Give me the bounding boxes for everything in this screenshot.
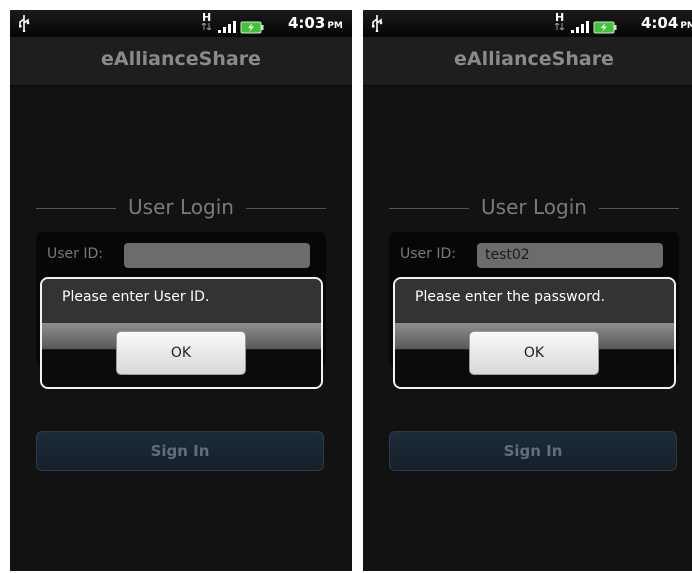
network-type-label: H — [555, 11, 565, 24]
network-type-label: H — [202, 11, 212, 24]
clock-time: 4:03 — [288, 14, 326, 32]
title-bar: eAllianceShare — [10, 37, 352, 86]
title-bar: eAllianceShare — [363, 37, 692, 86]
status-clock: 4:04 PM — [641, 14, 692, 32]
signal-icon — [218, 21, 236, 33]
phone-screen-right: H 4:04 PM eAllianceShare User Login User… — [363, 10, 692, 571]
user-login-header: User Login — [389, 195, 679, 223]
status-bar: H 4:03 PM — [10, 10, 352, 37]
signal-icon — [571, 21, 589, 33]
userid-input[interactable] — [124, 243, 310, 268]
userid-label: User ID: — [47, 246, 103, 262]
usb-icon — [19, 15, 30, 32]
ok-button[interactable]: OK — [116, 331, 246, 375]
usb-icon — [372, 15, 383, 32]
network-type-icon: H — [555, 11, 565, 30]
alert-dialog: Please enter the password. OK — [393, 277, 676, 389]
app-title: eAllianceShare — [454, 48, 614, 70]
status-bar: H 4:04 PM — [363, 10, 692, 37]
dialog-message: Please enter User ID. — [42, 279, 321, 323]
divider — [599, 208, 679, 209]
dialog-message: Please enter the password. — [395, 279, 674, 323]
clock-time: 4:04 — [641, 14, 679, 32]
sign-in-button[interactable]: Sign In — [389, 431, 677, 471]
phone-screen-left: H 4:03 PM eAllianceShare User Login User… — [10, 10, 352, 571]
userid-label: User ID: — [400, 246, 456, 262]
battery-icon — [240, 21, 264, 34]
user-login-header: User Login — [36, 195, 326, 223]
userid-input[interactable]: test02 — [477, 243, 663, 268]
status-clock: 4:03 PM — [288, 14, 343, 32]
sign-in-button[interactable]: Sign In — [36, 431, 324, 471]
alert-dialog: Please enter User ID. OK — [40, 277, 323, 389]
clock-ampm: PM — [327, 21, 343, 31]
divider — [246, 208, 326, 209]
app-title: eAllianceShare — [101, 48, 261, 70]
dialog-button-bar: OK — [395, 323, 674, 387]
ok-button[interactable]: OK — [469, 331, 599, 375]
battery-icon — [593, 21, 617, 34]
network-type-icon: H — [202, 11, 212, 30]
dialog-button-bar: OK — [42, 323, 321, 387]
section-title: User Login — [481, 195, 587, 219]
clock-ampm: PM — [680, 21, 692, 31]
section-title: User Login — [128, 195, 234, 219]
